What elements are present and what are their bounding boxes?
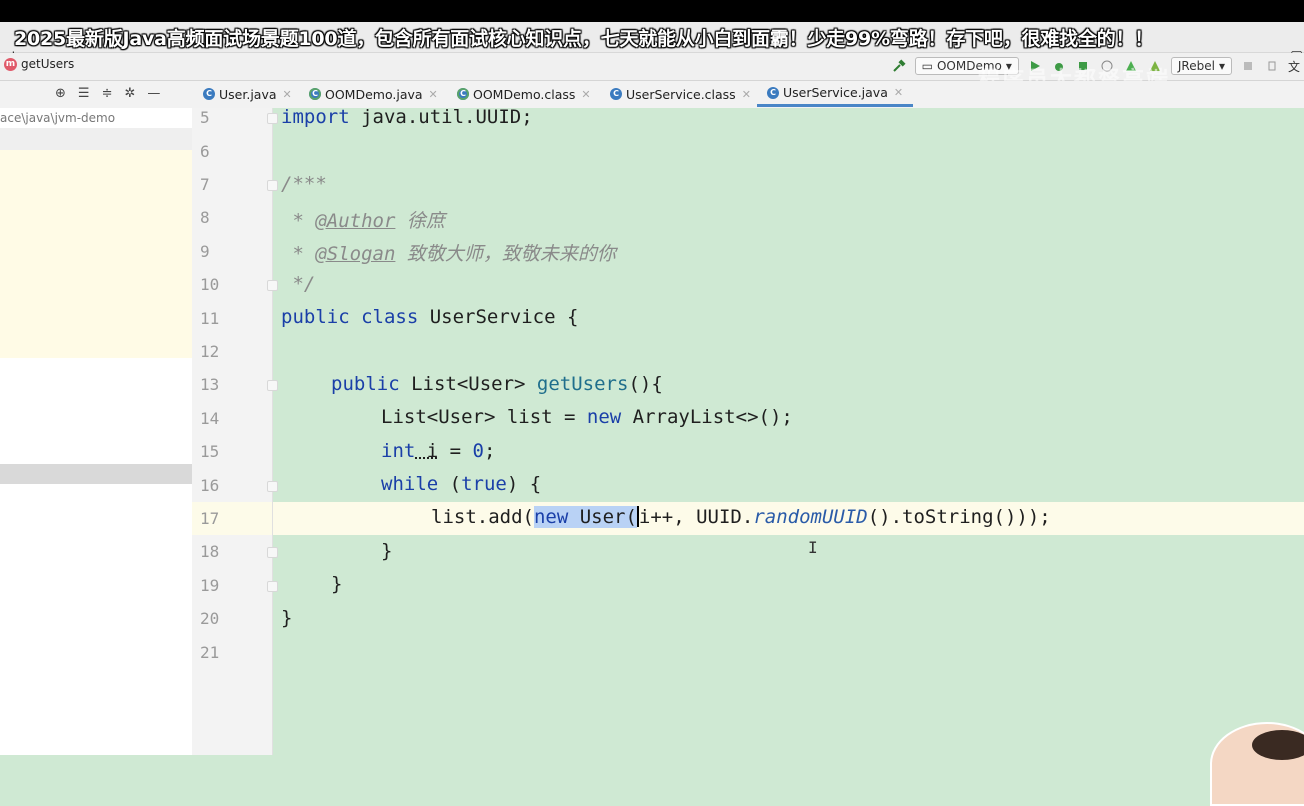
fold-marker[interactable] (267, 481, 278, 492)
editor-tabs-bar: ⊕ ☰ ≑ ✲ — C User.java ✕ C OOMDemo.java ✕… (0, 81, 1304, 109)
close-icon[interactable]: ✕ (429, 88, 438, 101)
code-line-9: * @Slogan 致敬大师，致敬未来的你 (281, 239, 616, 266)
breadcrumb[interactable]: m getUsers (4, 57, 74, 71)
project-path[interactable]: ace\java\jvm-demo (0, 111, 115, 125)
line-number: 11 (200, 309, 219, 328)
tab-oomdemo-java[interactable]: C OOMDemo.java ✕ (309, 81, 438, 107)
fold-marker[interactable] (267, 547, 278, 558)
code-line-5: import java.util.UUID; (281, 106, 533, 128)
line-number: 5 (200, 108, 210, 127)
chevron-down-icon: ▾ (1219, 59, 1225, 73)
breadcrumb-method[interactable]: getUsers (21, 57, 74, 71)
hide-icon[interactable]: — (147, 86, 160, 101)
close-icon[interactable]: ✕ (742, 88, 751, 101)
gear-icon[interactable]: ✲ (124, 86, 135, 101)
line-number: 10 (200, 275, 219, 294)
line-number: 8 (200, 208, 210, 227)
code-line-8: * @Author 徐庶 (281, 206, 445, 233)
fold-marker[interactable] (267, 180, 278, 191)
tab-userservice-java[interactable]: C UserService.java ✕ (757, 81, 913, 107)
class-icon: C (203, 88, 215, 100)
tab-userservice-class[interactable]: C UserService.class ✕ (610, 81, 751, 107)
line-number: 13 (200, 375, 219, 394)
structure-icon[interactable] (1264, 58, 1280, 74)
config-icon: ▭ (922, 59, 933, 73)
code-line-7: /*** (281, 173, 327, 195)
line-number: 6 (200, 142, 210, 161)
code-line-16: while (true) { (381, 473, 541, 495)
code-line-19: } (331, 573, 342, 595)
code-line-17: list.add(new User(i++, UUID.randomUUID()… (431, 506, 1051, 528)
mouse-ibeam-cursor: I (808, 538, 818, 557)
tab-label: UserService.java (783, 85, 888, 100)
fold-marker[interactable] (267, 581, 278, 592)
jrebel-label: JRebel (1178, 59, 1215, 73)
class-icon: C (767, 87, 779, 99)
line-number: 14 (200, 409, 219, 428)
code-line-14: List<User> list = new ArrayList<>(); (381, 406, 793, 428)
code-line-18: } (381, 540, 392, 562)
fold-marker[interactable] (267, 380, 278, 391)
code-line-11: public class UserService { (281, 306, 578, 328)
tab-label: OOMDemo.java (325, 87, 423, 102)
hammer-build-icon[interactable] (891, 58, 907, 74)
line-number: 12 (200, 342, 219, 361)
line-number: 16 (200, 476, 219, 495)
jrebel-dropdown[interactable]: JRebel ▾ (1171, 57, 1232, 75)
project-highlight-area (0, 150, 192, 358)
tab-oomdemo-class[interactable]: C OOMDemo.class ✕ (457, 81, 591, 107)
tab-label: UserService.class (626, 87, 736, 102)
line-number: 21 (200, 643, 219, 662)
line-number: 15 (200, 442, 219, 461)
tab-label: User.java (219, 87, 277, 102)
close-icon[interactable]: ✕ (283, 88, 292, 101)
code-line-20: } (281, 607, 292, 629)
fold-marker[interactable] (267, 280, 278, 291)
translate-icon[interactable]: 文 (1288, 58, 1300, 75)
video-top-bar (0, 0, 1304, 22)
line-number: 18 (200, 542, 219, 561)
fold-marker[interactable] (267, 113, 278, 124)
project-panel-scrollbar[interactable] (0, 464, 192, 484)
locate-icon[interactable]: ⊕ (55, 86, 66, 101)
expand-all-icon[interactable]: ☰ (78, 86, 90, 101)
close-icon[interactable]: ✕ (581, 88, 590, 101)
class-icon: C (309, 88, 321, 100)
tab-label: OOMDemo.class (473, 87, 575, 102)
line-number: 19 (200, 576, 219, 595)
method-icon: m (4, 58, 17, 71)
collapse-all-icon[interactable]: ≑ (102, 86, 113, 101)
vcs-icon[interactable] (1240, 58, 1256, 74)
line-number: 17 (200, 509, 219, 528)
tab-user-java[interactable]: C User.java ✕ (203, 81, 292, 107)
line-number: 20 (200, 609, 219, 628)
code-line-13: public List<User> getUsers(){ (331, 373, 663, 395)
presenter-avatar (1210, 722, 1304, 806)
class-icon: C (610, 88, 622, 100)
project-panel: ace\java\jvm-demo (0, 108, 192, 755)
project-tool-buttons: ⊕ ☰ ≑ ✲ — (55, 86, 160, 101)
code-line-10: */ (281, 273, 315, 295)
video-title-banner: 2025最新版Java高频面试场景题100道，包含所有面试核心知识点，七天就能从… (14, 24, 1153, 51)
code-line-15: int i = 0; (381, 440, 495, 462)
close-icon[interactable]: ✕ (894, 86, 903, 99)
line-number: 7 (200, 175, 210, 194)
text-selection: new User( (534, 506, 637, 528)
line-number: 9 (200, 242, 210, 261)
class-icon: C (457, 88, 469, 100)
